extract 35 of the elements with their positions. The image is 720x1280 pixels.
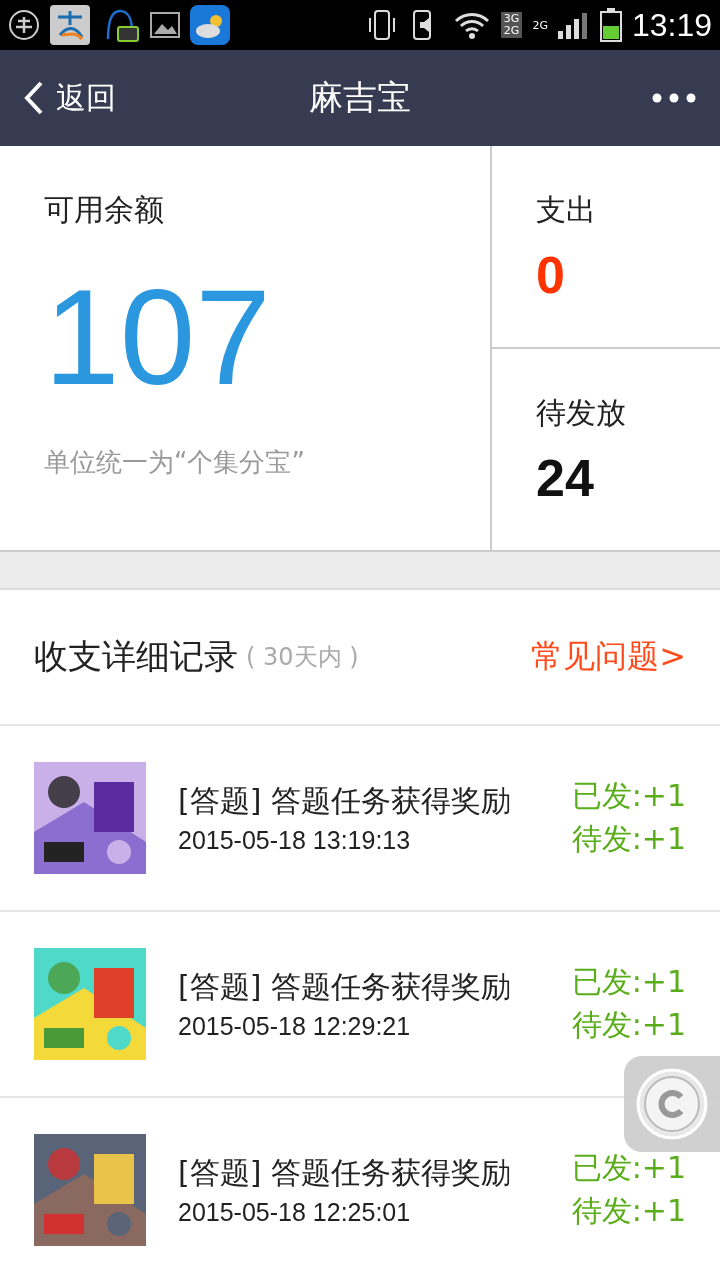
stat-label: 待发放 (536, 394, 627, 432)
stat-label: 支出 (536, 191, 597, 229)
pending-amount: 待发:+1 (571, 1192, 686, 1230)
balance-label: 可用余额 (44, 191, 165, 229)
wifi-icon (452, 10, 491, 40)
weather-icon (190, 5, 230, 45)
stat-value: 24 (536, 448, 595, 508)
battery-icon (599, 8, 622, 42)
signal-icon (557, 11, 590, 39)
records-title: 收支详细记录 (34, 635, 238, 678)
pending-amount: 待发:+1 (571, 820, 686, 858)
balance-value: 107 (44, 269, 272, 405)
issued-amount: 已发:+1 (571, 777, 686, 815)
record-title: [答题] 答题任务获得奖励 (178, 782, 511, 820)
floating-button[interactable] (624, 1056, 720, 1152)
network-indicator: 3G 2G (500, 12, 523, 38)
image-icon (150, 12, 180, 38)
back-chevron-icon (24, 81, 44, 115)
record-time: 2015-05-18 13:19:13 (178, 826, 412, 855)
pending-amount: 待发:+1 (571, 1006, 686, 1044)
back-button[interactable]: 返回 (24, 77, 116, 119)
more-button[interactable] (652, 93, 696, 103)
record-title: [答题] 答题任务获得奖励 (178, 1154, 511, 1192)
page-title: 麻吉宝 (309, 76, 411, 119)
issued-amount: 已发:+1 (571, 963, 686, 1001)
record-time: 2015-05-18 12:29:21 (178, 1012, 412, 1041)
record-title: [答题] 答题任务获得奖励 (178, 968, 511, 1006)
unit-note: 单位统一为“个集分宝” (44, 446, 306, 479)
clock: 13:19 (631, 6, 712, 44)
records-range: ( 30天内 ) (246, 642, 359, 673)
record-time: 2015-05-18 12:25:01 (178, 1198, 412, 1227)
network-label: 2G (532, 18, 548, 32)
issued-amount: 已发:+1 (571, 1149, 686, 1187)
app-icon (50, 5, 90, 45)
stat-value: 0 (536, 245, 566, 305)
